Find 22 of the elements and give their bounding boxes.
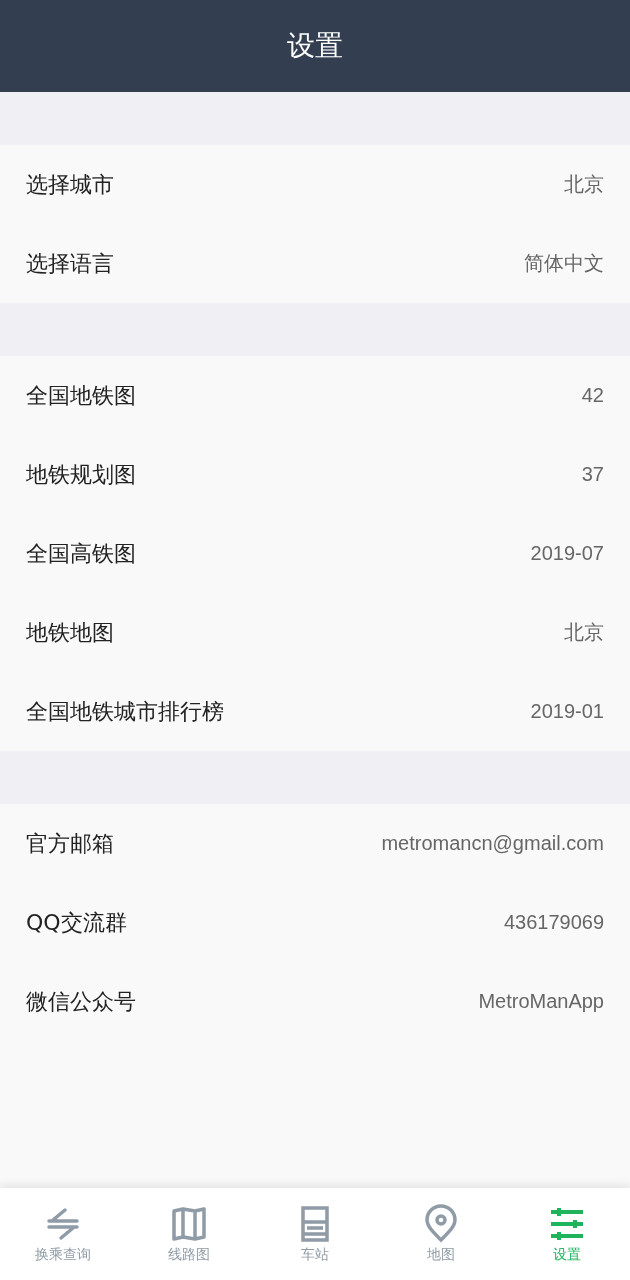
setting-value: MetroManApp: [478, 990, 604, 1013]
setting-value: 2019-07: [530, 542, 604, 565]
setting-label[interactable]: 地铁规划图: [26, 459, 136, 490]
setting-label[interactable]: 全国高铁图: [26, 538, 136, 569]
page-title: 设置: [287, 28, 343, 64]
setting-value: 2019-01: [530, 700, 604, 723]
setting-label[interactable]: 选择城市: [26, 169, 114, 200]
setting-value: 北京: [564, 620, 604, 645]
setting-label[interactable]: 官方邮箱: [26, 828, 114, 859]
setting-label[interactable]: 全国地铁城市排行榜: [26, 696, 224, 727]
setting-value: metromancn@gmail.com: [381, 832, 604, 855]
map-icon: [169, 1204, 209, 1244]
setting-value: 37: [581, 463, 604, 486]
setting-label[interactable]: 微信公众号: [26, 986, 136, 1017]
setting-value: 北京: [564, 172, 604, 197]
setting-value: 42: [581, 384, 604, 407]
setting-label[interactable]: 地铁地图: [26, 617, 114, 648]
setting-label[interactable]: 选择语言: [26, 248, 114, 279]
setting-value: 简体中文: [524, 251, 604, 276]
setting-label[interactable]: 全国地铁图: [26, 380, 136, 411]
setting-value: 436179069: [503, 911, 604, 934]
setting-label[interactable]: QQ交流群: [26, 907, 127, 938]
